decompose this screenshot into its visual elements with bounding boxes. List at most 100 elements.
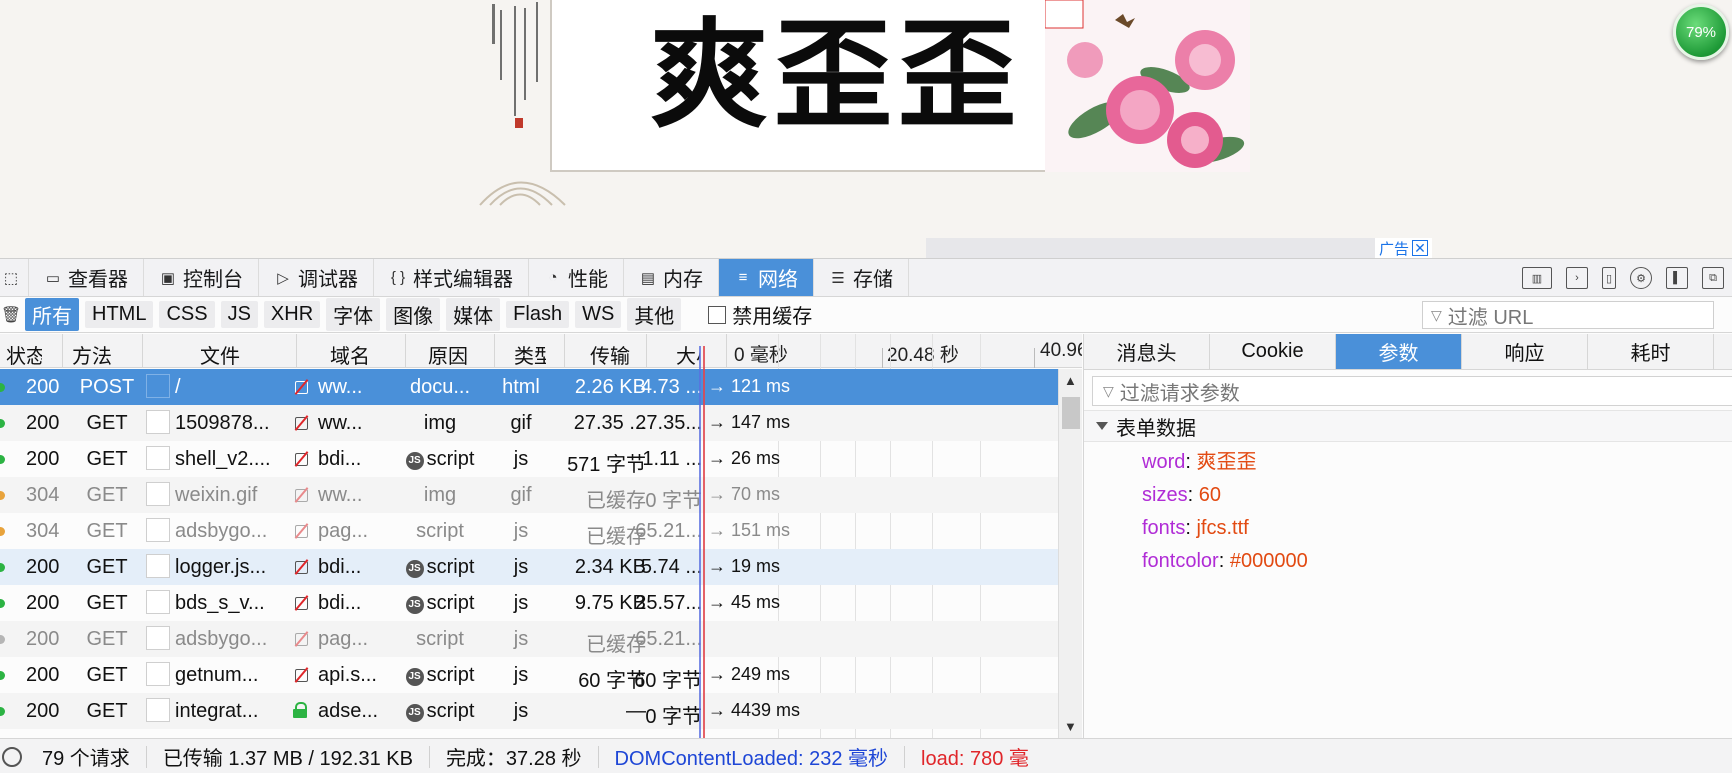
- param-row[interactable]: word: 爽歪歪: [1142, 446, 1308, 479]
- table-row[interactable]: 200 GET getnum... api.s... JS script js 60 字节 60…: [0, 657, 1058, 693]
- insecure-connection-icon: [291, 413, 311, 433]
- disable-cache-checkbox[interactable]: [708, 305, 727, 324]
- status-dot-icon: [0, 635, 5, 644]
- tab-response[interactable]: 响应: [1462, 334, 1588, 369]
- waterfall-time: → 151 ms: [708, 520, 791, 540]
- request-details-panel: 消息头 Cookie 参数 响应 耗时 ▽ 过滤请求参数 表单数据 word: …: [1083, 334, 1732, 738]
- responsive-mode-icon[interactable]: ▯: [1602, 267, 1616, 289]
- tab-timings[interactable]: 耗时: [1588, 334, 1714, 369]
- disable-cache-toggle[interactable]: 禁用缓存: [708, 300, 812, 329]
- tab-memory[interactable]: ▤ 内存: [624, 259, 719, 296]
- split-console-icon[interactable]: ›: [1566, 267, 1588, 289]
- filter-ws[interactable]: WS: [575, 301, 622, 328]
- network-icon: ≡: [738, 269, 748, 286]
- tab-network[interactable]: ≡ 网络: [719, 259, 814, 296]
- zoom-level-badge[interactable]: 79%: [1673, 4, 1729, 60]
- param-row[interactable]: sizes: 60: [1142, 479, 1308, 512]
- status-dot-icon: [0, 599, 5, 608]
- table-row[interactable]: 200 GET shell_v2.... bdi... JS script js 571 字节…: [0, 441, 1058, 477]
- waterfall-tick: 40.96: [1040, 340, 1082, 361]
- param-key: sizes: [1142, 484, 1188, 506]
- scroll-down-icon[interactable]: ▼: [1064, 719, 1077, 734]
- element-picker-button[interactable]: ⬚: [0, 259, 29, 296]
- column-type[interactable]: 类型: [514, 340, 546, 369]
- tab-debugger[interactable]: ▷ 调试器: [259, 259, 374, 296]
- column-method[interactable]: 方法: [72, 340, 120, 369]
- expand-triangle-icon[interactable]: [1096, 422, 1108, 430]
- table-row[interactable]: 304 GET adsbygo... pag... script js 已缓存 65.21..…: [0, 513, 1058, 549]
- column-cause[interactable]: 原因: [428, 340, 468, 369]
- param-row[interactable]: fonts: jfcs.ttf: [1142, 512, 1308, 545]
- table-row[interactable]: 200 GET integrat... adse... JS script js —0 字节 →…: [0, 693, 1058, 729]
- table-row[interactable]: 200 GET logger.js... bdi... JS script js 2.34 K…: [0, 549, 1058, 585]
- filter-html[interactable]: HTML: [85, 301, 154, 328]
- cell-file: getnum...: [175, 664, 259, 686]
- web-page-content: 爽歪歪 广告 ✕ 79%: [0, 0, 1732, 258]
- separate-window-icon[interactable]: ⧉: [1702, 267, 1724, 289]
- column-transferred[interactable]: 传输: [590, 340, 630, 369]
- insecure-connection-icon: [291, 629, 311, 649]
- request-list-scrollbar[interactable]: ▲ ▼: [1058, 369, 1082, 738]
- filter-media[interactable]: 媒体: [446, 298, 501, 331]
- filter-all[interactable]: 所有: [25, 298, 79, 331]
- ad-banner[interactable]: 广告 ✕: [926, 238, 1432, 258]
- cell-size: 65.21...: [635, 628, 702, 650]
- cell-method: GET: [86, 484, 128, 506]
- param-filter-input[interactable]: ▽ 过滤请求参数: [1092, 376, 1732, 406]
- filter-xhr[interactable]: XHR: [263, 301, 321, 328]
- table-row[interactable]: 200 POST / ww... docu... html 2.26 KB 4.73 ... →…: [0, 369, 1058, 405]
- filter-js[interactable]: JS: [220, 301, 258, 328]
- cell-size: 5.74 ...: [640, 556, 702, 578]
- cell-transferred: 已缓存: [586, 634, 646, 656]
- filter-images[interactable]: 图像: [386, 298, 441, 331]
- tab-params[interactable]: 参数: [1336, 334, 1462, 369]
- cell-transferred: 2.34 KB: [574, 556, 646, 578]
- filter-flash[interactable]: Flash: [506, 301, 570, 328]
- filter-other[interactable]: 其他: [627, 298, 682, 331]
- form-data-section-header[interactable]: 表单数据: [1084, 410, 1732, 442]
- tab-style-editor[interactable]: { } 样式编辑器: [374, 259, 529, 296]
- cell-size: 0 字节: [645, 490, 702, 512]
- tab-performance[interactable]: ◔ 性能: [529, 259, 624, 296]
- table-row[interactable]: 200 GET adsbygo... pag... script js 已缓存 65.21..…: [0, 621, 1058, 657]
- tab-cookies[interactable]: Cookie: [1210, 334, 1336, 369]
- trash-icon[interactable]: 🗑: [0, 305, 22, 325]
- file-thumbnail: [146, 482, 170, 506]
- tab-inspector[interactable]: ▭ 查看器: [29, 259, 144, 296]
- close-icon[interactable]: ✕: [1412, 240, 1428, 256]
- tab-console[interactable]: ▣ 控制台: [144, 259, 259, 296]
- column-domain[interactable]: 域名: [330, 340, 370, 369]
- filter-fonts[interactable]: 字体: [326, 298, 381, 331]
- load-time: load: 780 毫: [921, 748, 1029, 770]
- cause-text: docu...: [409, 376, 471, 398]
- cell-transferred: —: [626, 700, 646, 722]
- cause-text: script: [426, 448, 475, 470]
- file-thumbnail: [146, 626, 170, 650]
- tab-headers[interactable]: 消息头: [1084, 334, 1210, 369]
- tab-storage[interactable]: ☰ 存储: [814, 259, 909, 296]
- table-row[interactable]: 304 GET weixin.gif ww... img gif 已缓存 0 字节 → 70 m…: [0, 477, 1058, 513]
- performance-gauge-icon[interactable]: [2, 746, 22, 767]
- dock-side-icon[interactable]: ▌: [1666, 267, 1688, 289]
- column-file[interactable]: 文件: [200, 340, 240, 369]
- param-row[interactable]: fontcolor: #000000: [1142, 545, 1308, 578]
- details-tab-bar: 消息头 Cookie 参数 响应 耗时: [1084, 334, 1732, 370]
- js-icon: JS: [405, 560, 424, 578]
- cell-status: 200: [26, 592, 60, 614]
- cell-transferred: 9.75 KB: [574, 592, 646, 614]
- cell-file: /: [175, 376, 181, 398]
- scrollbar-thumb[interactable]: [1062, 397, 1080, 429]
- url-filter-input[interactable]: ▽ 过滤 URL: [1422, 301, 1714, 329]
- column-size[interactable]: 大小: [676, 340, 700, 369]
- insecure-connection-icon: [291, 521, 311, 541]
- filter-css[interactable]: CSS: [159, 301, 215, 328]
- table-row[interactable]: 200 GET bds_s_v... bdi... JS script js 9.75 KB 2…: [0, 585, 1058, 621]
- frame-select-icon[interactable]: ▥: [1522, 267, 1552, 289]
- gear-icon[interactable]: ⚙: [1630, 267, 1652, 289]
- column-status[interactable]: 状态: [6, 340, 42, 369]
- scroll-up-icon[interactable]: ▲: [1064, 373, 1077, 388]
- table-row[interactable]: 200 GET 1509878... ww... img gif 27.35 ... 27.3…: [0, 405, 1058, 441]
- cause-text: img: [423, 412, 457, 434]
- network-filter-bar: 🗑 所有 HTML CSS JS XHR 字体 图像 媒体 Flash WS 其…: [0, 297, 1732, 333]
- ad-label[interactable]: 广告 ✕: [1374, 238, 1432, 258]
